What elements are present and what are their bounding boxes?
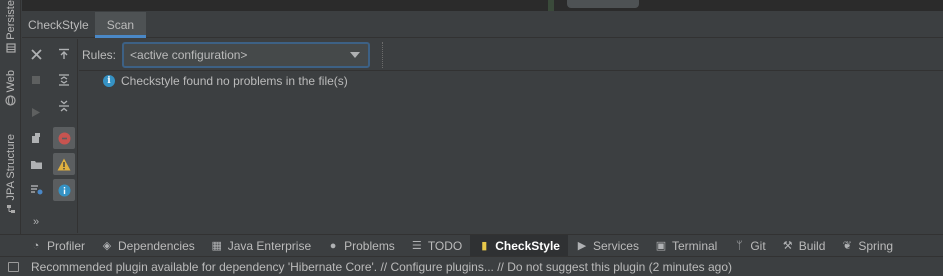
result-message: Checkstyle found no problems in the file… — [121, 74, 348, 88]
warning-icon — [57, 158, 71, 170]
tab-git[interactable]: ᛘ Git — [725, 235, 773, 257]
more-toolbar-button[interactable]: » — [25, 211, 47, 233]
profiler-icon: ◔ — [32, 239, 40, 252]
module-icon — [32, 133, 40, 143]
tab-checkstyle[interactable]: ▮ CheckStyle — [470, 234, 568, 257]
toolbar-separator — [382, 41, 384, 68]
rules-row: Rules: <active configuration> — [79, 39, 943, 70]
tab-git-label: Git — [750, 238, 766, 253]
tab-todo[interactable]: ☰ TODO — [403, 235, 470, 257]
tab-scan[interactable]: Scan — [94, 12, 147, 38]
tab-checkstyle-label: CheckStyle — [495, 238, 560, 253]
stop-button[interactable] — [25, 69, 47, 91]
error-icon — [58, 132, 70, 144]
show-errors-toggle[interactable] — [53, 127, 75, 149]
problems-icon: ● — [329, 239, 337, 252]
status-bar: Recommended plugin available for depende… — [0, 256, 943, 276]
toolbar-secondary — [50, 39, 78, 233]
collapse-all-icon — [59, 100, 69, 112]
result-item[interactable]: i Checkstyle found no problems in the fi… — [103, 74, 348, 88]
tool-window-header: CheckStyle Scan — [22, 12, 943, 38]
toolbar-primary: » — [22, 39, 50, 233]
checkstyle-icon: ▮ — [481, 240, 488, 252]
tab-problems-label: Problems — [344, 238, 395, 253]
info-icon: i — [103, 75, 115, 87]
java-enterprise-icon: ▦ — [211, 240, 222, 252]
tab-terminal-label: Terminal — [671, 238, 718, 253]
tab-java-enterprise[interactable]: ▦ Java Enterprise — [203, 235, 319, 257]
tab-spring-label: Spring — [858, 238, 894, 253]
rules-label: Rules: — [82, 47, 117, 62]
check-project-button[interactable] — [25, 153, 47, 175]
tab-profiler-label: Profiler — [47, 238, 86, 253]
rules-dropdown-value: <active configuration> — [130, 47, 248, 62]
check-module-button[interactable] — [25, 127, 47, 149]
tab-spring[interactable]: ❦ Spring — [833, 235, 901, 257]
expand-all-button[interactable] — [53, 69, 75, 91]
services-icon: ▶ — [577, 240, 587, 252]
structure-icon — [5, 203, 16, 214]
spring-icon: ❦ — [842, 240, 852, 252]
tab-build-label: Build — [798, 238, 826, 253]
web-tab[interactable]: Web — [0, 70, 21, 107]
tab-terminal[interactable]: ▣ Terminal — [647, 235, 725, 257]
tab-services-label: Services — [592, 238, 639, 253]
tab-dependencies[interactable]: ◈ Dependencies — [93, 235, 203, 257]
results-tree: i Checkstyle found no problems in the fi… — [79, 70, 943, 234]
tab-build[interactable]: ⚒ Build — [774, 235, 834, 257]
status-message[interactable]: Recommended plugin available for depende… — [31, 260, 732, 274]
jpa-structure-tab-label: JPA Structure — [4, 134, 17, 201]
dependencies-icon: ◈ — [102, 240, 112, 252]
todo-icon: ☰ — [411, 240, 422, 252]
scroll-to-source-icon — [59, 48, 69, 59]
tool-windows-toggle-icon[interactable] — [8, 261, 19, 272]
tab-profiler[interactable]: ◔ Profiler — [22, 235, 93, 257]
tab-java-enterprise-label: Java Enterprise — [227, 238, 312, 253]
build-icon: ⚒ — [782, 240, 793, 252]
chevron-double-right-icon: » — [32, 216, 40, 228]
rerun-button[interactable] — [25, 101, 47, 123]
close-icon — [30, 48, 42, 60]
chevron-down-icon — [350, 51, 361, 58]
changes-icon — [30, 185, 42, 195]
editor-gutter-marker — [548, 0, 554, 11]
tool-window-title: CheckStyle — [28, 18, 89, 32]
editor-scrollbar[interactable] — [567, 0, 639, 8]
tab-services[interactable]: ▶ Services — [568, 235, 647, 257]
show-info-toggle[interactable] — [53, 179, 75, 201]
collapse-all-button[interactable] — [53, 95, 75, 117]
expand-all-icon — [59, 74, 69, 86]
left-tool-stripe: Persiste Web JPA Structure — [0, 0, 21, 234]
show-warnings-toggle[interactable] — [53, 153, 75, 175]
editor-area — [22, 0, 943, 11]
stop-icon — [32, 76, 40, 84]
web-tab-label: Web — [4, 70, 17, 93]
git-icon: ᛘ — [736, 239, 743, 252]
tab-problems[interactable]: ● Problems — [319, 235, 403, 257]
persistence-tab-label: Persiste — [4, 0, 17, 40]
globe-icon — [5, 95, 16, 107]
rules-dropdown[interactable]: <active configuration> — [122, 41, 371, 68]
tab-dependencies-label: Dependencies — [118, 238, 195, 253]
bottom-tool-tabs: ◔ Profiler ◈ Dependencies ▦ Java Enterpr… — [0, 234, 943, 257]
check-changes-button[interactable] — [25, 179, 47, 201]
close-button[interactable] — [25, 43, 47, 65]
jpa-structure-tab[interactable]: JPA Structure — [0, 134, 21, 214]
terminal-icon: ▣ — [655, 240, 667, 252]
scroll-to-source-button[interactable] — [53, 43, 75, 65]
info-icon — [58, 184, 70, 196]
database-icon — [5, 43, 16, 54]
play-icon — [32, 107, 40, 117]
tab-todo-label: TODO — [427, 238, 463, 253]
persistence-tab[interactable]: Persiste — [0, 0, 21, 54]
folder-icon — [30, 160, 42, 169]
